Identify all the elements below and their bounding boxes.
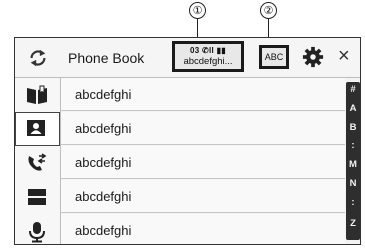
device-name: abcdefghi... [183,56,233,67]
microphone-icon [29,222,45,243]
list-item[interactable]: abcdefghi [61,146,345,179]
sidebar [15,78,61,244]
preset-dial-icon [28,189,46,205]
index-char[interactable]: A [346,103,360,114]
gear-icon[interactable] [302,46,324,68]
index-char[interactable]: # [346,84,360,95]
abc-toggle-button[interactable]: ABC [259,45,289,69]
page-title: Phone Book [68,50,145,66]
sidebar-item-contacts[interactable] [15,112,60,146]
contact-name: abcdefghi [75,87,132,102]
refresh-icon[interactable] [27,47,49,69]
phone-book-icon [27,85,47,104]
list-item[interactable]: abcdefghi [61,78,345,111]
sidebar-item-preset-dial[interactable] [15,180,60,214]
index-char[interactable]: B [346,122,360,133]
device-status: 03 ✆ll ▮▮ [190,46,226,55]
list-item[interactable]: abcdefghi [61,214,345,244]
contact-name: abcdefghi [75,155,132,170]
device-info-button[interactable]: 03 ✆ll ▮▮ abcdefghi... [172,41,244,72]
contact-name: abcdefghi [75,223,132,238]
alphabet-index-bar[interactable]: # A B : M N : Z [346,82,360,240]
contact-name: abcdefghi [75,189,132,204]
close-button[interactable]: × [338,45,350,67]
header-bar: Phone Book 03 ✆ll ▮▮ abcdefghi... ABC × [15,38,360,78]
contact-name: abcdefghi [75,121,132,136]
index-char[interactable]: Z [346,218,360,229]
index-char[interactable]: N [346,178,360,189]
call-history-icon [28,153,47,171]
contact-card-icon [27,120,45,136]
index-char[interactable]: M [346,159,360,170]
phone-book-screen: Phone Book 03 ✆ll ▮▮ abcdefghi... ABC × [14,37,361,245]
callout-1: ① [189,2,206,19]
index-char: : [351,197,355,208]
list-item[interactable]: abcdefghi [61,112,345,145]
sidebar-item-phone-book[interactable] [15,78,60,112]
index-char: : [351,140,355,151]
sidebar-item-call-history[interactable] [15,146,60,180]
callout-2: ② [260,2,277,19]
sidebar-item-voice-recognition[interactable] [15,214,60,244]
list-item[interactable]: abcdefghi [61,180,345,213]
